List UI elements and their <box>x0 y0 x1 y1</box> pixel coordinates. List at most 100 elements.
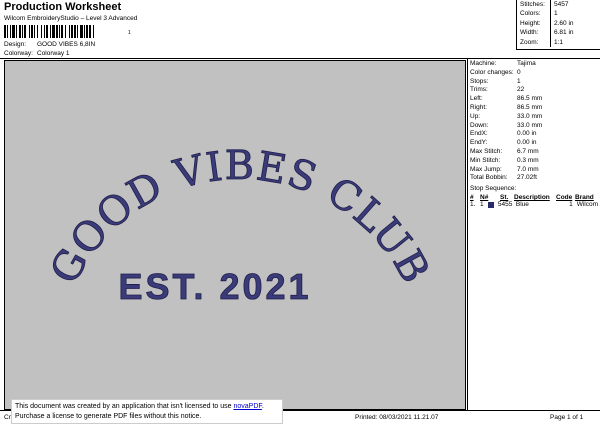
detail-value: 1 <box>517 77 521 85</box>
detail-value: 0 <box>517 68 521 76</box>
barcode-number: 1 <box>128 30 131 36</box>
cell-brand: Wilcom <box>576 201 598 208</box>
summary-label: Zoom: <box>517 37 551 47</box>
col-header: Code <box>556 194 573 201</box>
detail-label: Min Stitch: <box>470 156 501 164</box>
barcode-bar <box>86 25 88 38</box>
col-header: Brand <box>575 194 594 201</box>
summary-row: Stitches: 5457 <box>517 0 600 10</box>
barcode-bar <box>34 25 35 38</box>
detail-row: Left: 86.5 mm <box>470 95 542 102</box>
cell-code: 1 <box>569 201 573 208</box>
detail-label: Trims: <box>470 86 488 94</box>
barcode-bar <box>93 25 94 38</box>
barcode-bar <box>29 25 30 38</box>
design-label: Design: <box>4 41 27 48</box>
cell-description: Blue <box>515 201 529 208</box>
detail-value: 0.00 in <box>517 139 537 147</box>
stop-table-header: # N# St. Description Code Brand <box>470 194 598 201</box>
barcode-bar <box>89 25 91 38</box>
detail-row: Total Bobbin: 27.02ft <box>470 174 537 181</box>
detail-row: Min Stitch: 0.3 mm <box>470 157 539 164</box>
detail-label: Right: <box>470 104 487 111</box>
detail-label: Total Bobbin: <box>470 174 508 182</box>
detail-label: Down: <box>470 121 489 129</box>
cell-index: 1. <box>470 201 476 208</box>
col-header: St. <box>500 194 509 201</box>
barcode-bar <box>80 25 83 38</box>
barcode-bar <box>84 25 85 38</box>
main-text: EST. 2021 <box>118 266 311 307</box>
summary-label: Height: <box>517 18 551 29</box>
col-header: # <box>470 194 474 201</box>
barcode-bar <box>71 25 73 38</box>
summary-value: 6.81 in <box>554 29 574 37</box>
detail-label: Up: <box>470 112 481 120</box>
detail-row: Stops: 1 <box>470 78 521 85</box>
barcode-bar <box>19 25 21 38</box>
detail-row: EndX: 0.00 in <box>470 130 537 137</box>
notice-line-2: Purchase a license to generate PDF files… <box>15 413 202 420</box>
summary-row: Zoom: 1:1 <box>517 37 600 47</box>
detail-value: 7.0 mm <box>517 165 539 173</box>
barcode-bar <box>74 25 76 38</box>
barcode-bar <box>12 25 15 38</box>
novapdf-link[interactable]: novaPDF <box>233 403 261 410</box>
detail-value: 33.0 mm <box>517 112 543 120</box>
detail-value: 0.00 in <box>517 130 537 138</box>
detail-value: 33.0 mm <box>517 121 543 129</box>
summary-row: Colors: 1 <box>517 9 600 19</box>
barcode-bar <box>7 25 8 38</box>
barcode-bar <box>31 25 33 38</box>
detail-value: 86.5 mm <box>517 104 543 111</box>
summary-value: 1:1 <box>554 38 564 46</box>
stop-sequence-table: # N# St. Description Code Brand 1. 1 545… <box>470 194 598 208</box>
table-row: 1. 1 5455 Blue 1 Wilcom <box>470 201 598 208</box>
summary-value: 2.60 in <box>554 19 574 27</box>
summary-row: Height: 2.60 in <box>517 18 600 29</box>
detail-row: Trims: 22 <box>470 86 524 93</box>
detail-label: EndX: <box>470 130 488 138</box>
detail-row: Max Stitch: 6.7 mm <box>470 148 539 155</box>
detail-value: 27.02ft <box>517 174 537 182</box>
colorway-value: Colorway 1 <box>37 50 70 57</box>
software-name: Wilcom EmbroideryStudio – Level 3 Advanc… <box>4 15 138 22</box>
color-swatch <box>487 202 494 208</box>
design-row: Design: GOOD VIBES 6,8IN <box>4 41 95 48</box>
detail-label: EndY: <box>470 139 488 147</box>
detail-label: Color changes: <box>470 68 514 76</box>
detail-label: Left: <box>470 95 483 103</box>
page-title: Production Worksheet <box>4 1 122 13</box>
detail-label: Max Jump: <box>470 165 502 173</box>
detail-value: 86.5 mm <box>517 95 543 103</box>
notice-text: This document was created by an applicat… <box>15 403 234 410</box>
page-number: Page 1 of 1 <box>550 414 584 421</box>
barcode-bar <box>22 25 23 38</box>
col-header: Description <box>514 194 550 201</box>
header-divider <box>0 58 600 59</box>
summary-row: Width: 6.81 in <box>517 28 600 38</box>
barcode-bar <box>65 25 66 38</box>
license-notice: This document was created by an applicat… <box>11 399 283 424</box>
design-value: GOOD VIBES 6,8IN <box>37 41 96 48</box>
design-preview: GOOD VIBES CLUB EST. 2021 <box>4 60 466 410</box>
notice-period: . <box>261 403 264 410</box>
detail-value: 22 <box>517 86 525 94</box>
col-header: N# <box>480 194 489 201</box>
barcode-bar <box>41 25 42 38</box>
barcode-bar <box>44 25 45 38</box>
detail-label: Stops: <box>470 77 489 85</box>
design-artwork: GOOD VIBES CLUB EST. 2021 <box>41 143 437 308</box>
detail-value: 0.3 mm <box>517 156 539 164</box>
detail-row: Down: 33.0 mm <box>470 122 542 129</box>
detail-row: EndY: 0.00 in <box>470 139 537 146</box>
barcode-bar <box>56 25 58 38</box>
footer-left: Cr <box>4 414 11 421</box>
barcode <box>4 25 94 38</box>
colorway-row: Colorway: Colorway 1 <box>4 50 70 57</box>
barcode-bar <box>59 25 60 38</box>
barcode-bar <box>10 25 11 38</box>
printed-date: Printed: 08/03/2021 11.21.07 <box>355 414 439 421</box>
barcode-bar <box>24 25 26 38</box>
detail-value: 6.7 mm <box>517 148 539 155</box>
